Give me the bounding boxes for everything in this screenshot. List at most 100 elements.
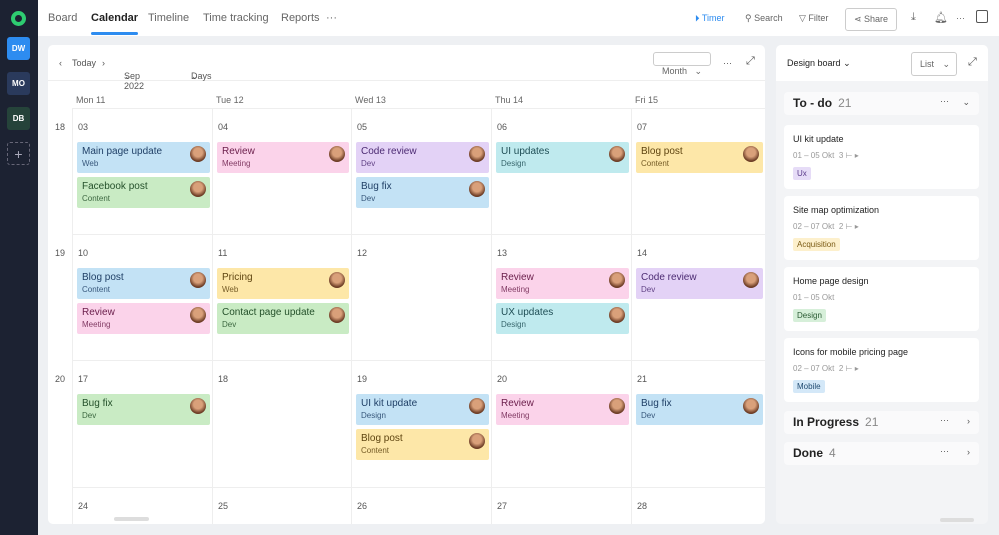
day-cell[interactable]: 25 [212,487,351,524]
board-title-dropdown[interactable]: Design board ⌄ [787,58,851,69]
event-card[interactable]: UI updates Design [496,142,629,173]
bell-icon[interactable]: 🔔︎ [934,11,948,24]
group-more-button[interactable]: ··· [940,446,949,456]
day-cell[interactable]: 26 [351,487,491,524]
day-cell[interactable]: 07 Blog post Content [631,108,765,234]
workspace-dw[interactable]: DW [7,37,30,60]
day-number: 21 [637,374,648,384]
event-card[interactable]: Review Meeting [496,394,629,425]
group-name: To - do [793,96,833,110]
day-cell[interactable]: 04 Review Meeting [212,108,351,234]
day-header: Fri 15 [635,95,659,105]
more-button[interactable]: ··· [956,13,965,23]
expand-icon[interactable]: ⤢ [746,55,755,68]
day-cell[interactable]: 27 [491,487,631,524]
event-card[interactable]: Blog post Content [77,268,210,299]
event-card[interactable]: Contact page update Dev [217,303,349,334]
event-card[interactable]: Facebook post Content [77,177,210,208]
task-card[interactable]: Site map optimization 02 – 07 Okt 2 ⊢ ▸ Ac… [784,196,979,260]
day-cell[interactable]: 28 [631,487,765,524]
tab-calendar[interactable]: Calendar [91,12,139,35]
avatar [609,272,625,288]
group-header[interactable]: Done 4 ··· › [784,442,979,465]
chevron-down-icon[interactable]: ⌄ [962,97,970,108]
tab-timeline[interactable]: Timeline [148,12,189,24]
month-select[interactable]: Month ⌄ [653,52,711,76]
day-cell[interactable]: 21 Bug fix Dev [631,360,765,487]
workspace-db[interactable]: DB [7,107,30,130]
day-cell[interactable]: 11 Pricing Web Contact page update Dev [212,234,351,360]
avatar [190,272,206,288]
chevron-right-icon[interactable]: › [967,447,970,457]
subtask-icon[interactable]: ⊢ ▸ [846,364,859,373]
event-card[interactable]: Bug fix Dev [636,394,763,425]
day-cell[interactable]: 14 Code review Dev [631,234,765,360]
task-card[interactable]: Icons for mobile pricing page 02 – 07 Okt… [784,338,979,402]
group-more-button[interactable]: ··· [940,415,949,425]
day-cell[interactable]: 13 Review Meeting UX updates Design [491,234,631,360]
event-title: UI kit update [361,398,418,409]
horizontal-scrollbar[interactable] [114,517,149,521]
avatar [190,307,206,323]
day-cell[interactable]: 03 Main page update Web Facebook post Co… [72,108,212,234]
day-cell[interactable]: 18 [212,360,351,487]
expand-icon[interactable]: ⤢ [968,56,977,69]
event-card[interactable]: UX updates Design [496,303,629,334]
group-name: In Progress [793,415,860,429]
today-button[interactable]: Today [72,58,96,68]
day-cell[interactable]: 05 Code review Dev Bug fix Dev [351,108,491,234]
search-icon: ⚲ [745,13,755,23]
subtask-icon[interactable]: ⊢ ▸ [846,151,859,160]
day-cell[interactable]: 20 Review Meeting [491,360,631,487]
event-card[interactable]: Main page update Web [77,142,210,173]
event-card[interactable]: Review Meeting [217,142,349,173]
event-card[interactable]: Bug fix Dev [77,394,210,425]
task-dates: 01 – 05 Okt [793,293,835,302]
timer-button[interactable]: ⏵ Timer [695,13,725,24]
next-button[interactable]: › [102,58,105,68]
chevron-right-icon[interactable]: › [967,416,970,426]
calendar-more-button[interactable]: ··· [723,58,732,68]
group-header[interactable]: In Progress 21 ··· › [784,411,979,434]
event-card[interactable]: Code review Dev [636,268,763,299]
day-number: 10 [78,248,89,258]
day-cell[interactable]: 06 UI updates Design [491,108,631,234]
vertical-scrollbar[interactable] [940,518,974,522]
event-card[interactable]: Code review Dev [356,142,489,173]
list-select[interactable]: List ⌄ [911,52,957,76]
calendar-panel: ‹ Today › Sep 2022 ⌄ Days ⌄ Month ⌄ ··· ⤢… [48,45,765,524]
prev-button[interactable]: ‹ [59,58,62,68]
task-card[interactable]: UI kit update 01 – 05 Okt 3 ⊢ ▸ Ux [784,125,979,189]
tab-reports[interactable]: Reports [281,12,320,24]
event-card[interactable]: Review Meeting [77,303,210,334]
group-header[interactable]: To - do 21 ··· ⌄ [784,92,979,115]
day-cell[interactable]: 12 [351,234,491,360]
day-cell[interactable]: 10 Blog post Content Review Meeting [72,234,212,360]
event-card[interactable]: Blog post Content [356,429,489,460]
event-card[interactable]: Review Meeting [496,268,629,299]
tab-time-tracking[interactable]: Time tracking [203,12,269,24]
event-card[interactable]: Bug fix Dev [356,177,489,208]
event-card[interactable]: Pricing Web [217,268,349,299]
filter-button[interactable]: ▽ Filter [799,13,828,24]
event-category: Content [361,446,390,455]
event-card[interactable]: Blog post Content [636,142,763,173]
day-cell[interactable]: 17 Bug fix Dev [72,360,212,487]
add-workspace-button[interactable]: + [7,142,30,165]
download-icon[interactable]: ⤓ [911,11,916,24]
share-button[interactable]: ⋖ Share [845,8,898,31]
day-number: 12 [357,248,368,258]
split-view-icon[interactable] [976,10,988,23]
workspace-mo[interactable]: MO [7,72,30,95]
event-category: Meeting [501,285,530,294]
day-cell[interactable]: 19 UI kit update Design Blog post Conten… [351,360,491,487]
tab-board[interactable]: Board [48,12,77,24]
event-card[interactable]: UI kit update Design [356,394,489,425]
search-button[interactable]: ⚲ Search [745,13,783,24]
day-number: 14 [637,248,648,258]
group-more-button[interactable]: ··· [940,96,949,106]
more-tabs-button[interactable]: ··· [326,12,337,24]
subtask-icon[interactable]: ⊢ ▸ [846,222,859,231]
event-category: Dev [361,159,376,168]
task-card[interactable]: Home page design 01 – 05 Okt Design [784,267,979,331]
